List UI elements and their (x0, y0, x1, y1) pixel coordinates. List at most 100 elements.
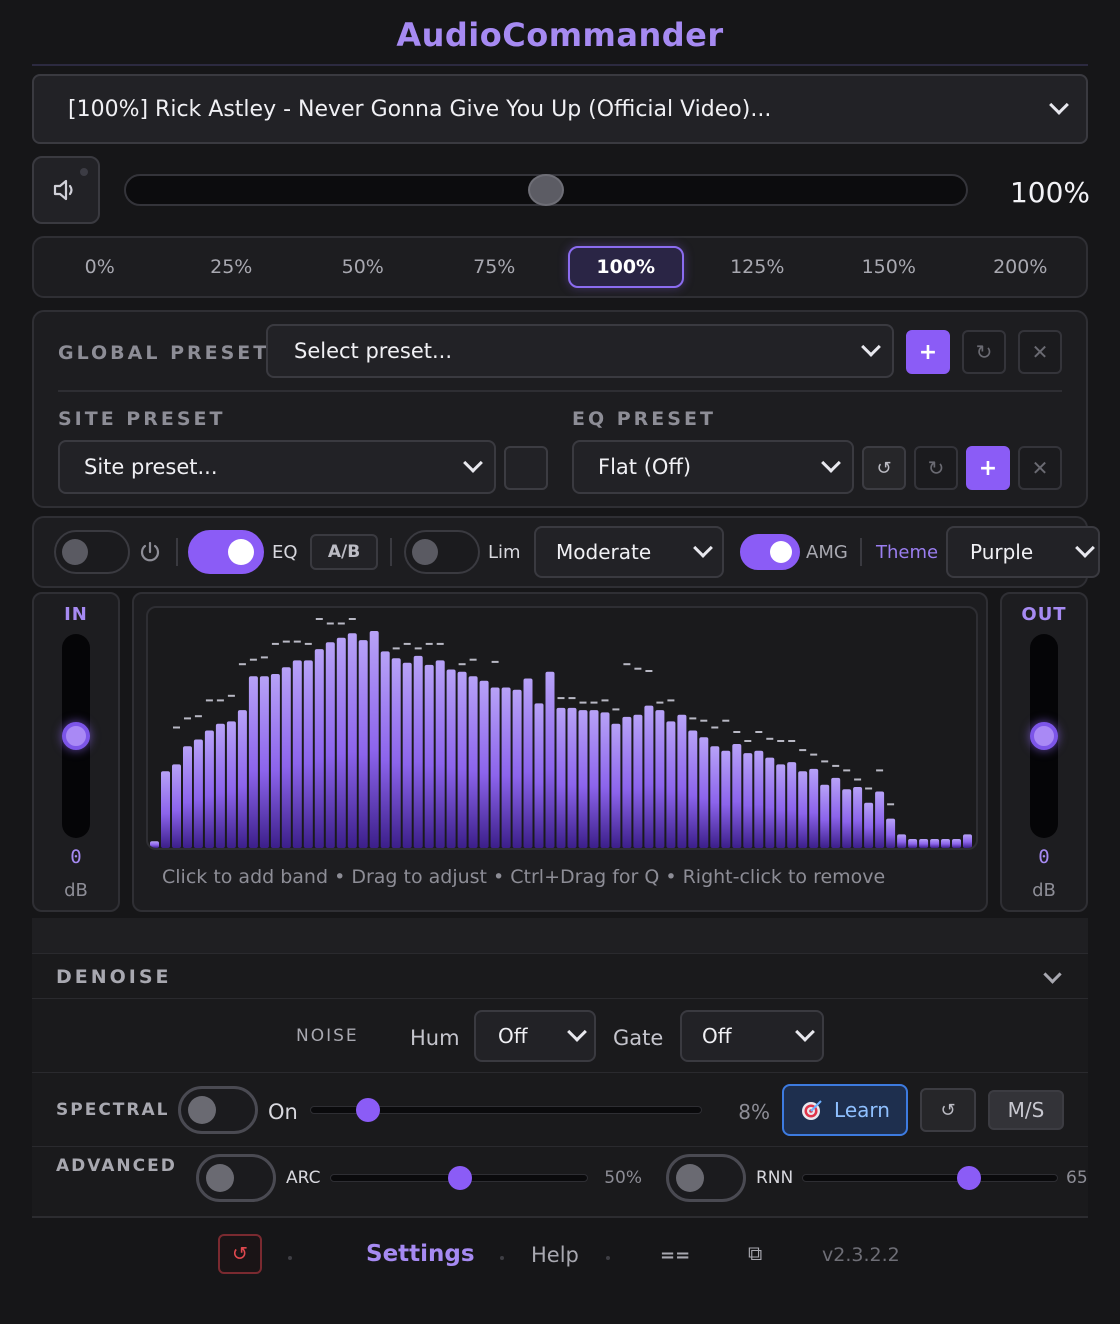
volume-preset-5[interactable]: 125% (692, 239, 824, 295)
mute-button[interactable] (32, 156, 100, 224)
add-global-preset-button[interactable]: + (906, 330, 950, 374)
arc-slider-thumb[interactable] (448, 1166, 472, 1190)
spectrum-bar (743, 753, 753, 848)
hum-select[interactable]: Off (474, 1010, 596, 1062)
volume-preset-2[interactable]: 50% (297, 239, 429, 295)
volume-preset-3[interactable]: 75% (429, 239, 561, 295)
spectrum-peak (623, 663, 631, 666)
menu-icon[interactable]: == (660, 1245, 690, 1266)
volume-slider[interactable] (124, 174, 968, 206)
spectral-label: SPECTRAL (56, 1100, 170, 1120)
spectrum-peak (271, 642, 279, 645)
spectrum-bar (864, 802, 874, 848)
spectrum-peak (887, 803, 895, 806)
limiter-toggle[interactable] (404, 530, 480, 574)
spectrum-bar (215, 723, 225, 848)
help-link[interactable]: Help (531, 1243, 579, 1267)
spectrum-bar (347, 633, 357, 848)
delete-eq-preset-button[interactable]: ✕ (1018, 446, 1062, 490)
spectral-strength-slider[interactable] (310, 1098, 702, 1122)
spectrum-bar (578, 710, 588, 848)
power-toggle[interactable] (54, 530, 130, 574)
volume-preset-7[interactable]: 200% (955, 239, 1087, 295)
spectrum-bar (765, 757, 775, 848)
add-eq-preset-button[interactable]: + (966, 446, 1010, 490)
eq-redo-button[interactable]: ↻ (914, 446, 958, 490)
spectrum-peak (557, 697, 565, 700)
spectrum-bar (622, 716, 632, 848)
spectrum-peak (326, 622, 334, 625)
chevron-down-icon (693, 538, 713, 558)
spectrum-bar (457, 671, 467, 848)
global-preset-value: Select preset... (294, 339, 453, 363)
spectrum-canvas[interactable] (146, 606, 978, 850)
spectrum-peak (601, 699, 609, 702)
spectrum-peak (711, 726, 719, 729)
refresh-global-preset-button[interactable]: ↻ (962, 330, 1006, 374)
chevron-down-icon (795, 1022, 815, 1042)
rnn-toggle[interactable] (666, 1154, 746, 1202)
eq-toggle[interactable] (188, 530, 264, 574)
theme-select[interactable]: Purple (946, 526, 1100, 578)
copy-icon[interactable]: ⧉ (748, 1241, 762, 1265)
footer-separator (288, 1256, 292, 1260)
limiter-label: Lim (488, 542, 521, 563)
spectrum-peak (337, 622, 345, 625)
volume-preset-6[interactable]: 150% (823, 239, 955, 295)
spectral-toggle[interactable] (178, 1086, 258, 1134)
spectrum-graph[interactable] (148, 608, 976, 848)
volume-slider-thumb[interactable] (528, 174, 564, 206)
spectrum-peak (656, 701, 664, 704)
global-preset-select[interactable]: Select preset... (266, 324, 894, 378)
spectrum-bar (710, 746, 720, 848)
spectral-reset-button[interactable]: ↺ (920, 1088, 976, 1132)
spectrum-peak (810, 753, 818, 756)
delete-global-preset-button[interactable]: ✕ (1018, 330, 1062, 374)
spectrum-bar (534, 703, 544, 848)
site-preset-checkbox[interactable] (504, 446, 548, 490)
denoise-row-divider (32, 1072, 1088, 1073)
ab-compare-button[interactable]: A/B (310, 534, 378, 570)
chevron-down-icon (567, 1022, 587, 1042)
spectrum-bar (886, 818, 896, 848)
volume-preset-1[interactable]: 25% (166, 239, 298, 295)
output-gain-thumb[interactable] (1030, 722, 1058, 750)
tab-select[interactable]: [100%] Rick Astley - Never Gonna Give Yo… (32, 74, 1088, 144)
spectrum-bar (633, 714, 643, 848)
volume-preset-4[interactable]: 100% (568, 246, 684, 288)
learn-button[interactable]: Learn (782, 1084, 908, 1136)
spectrum-peak (755, 731, 763, 733)
spectrum-bar (897, 834, 907, 848)
target-icon (802, 1100, 822, 1120)
gate-select[interactable]: Off (680, 1010, 824, 1062)
rnn-slider-thumb[interactable] (957, 1166, 981, 1190)
spectrum-bar (204, 730, 214, 848)
spectrum-bar (413, 655, 423, 848)
spectrum-bar (358, 640, 368, 848)
input-gain-thumb[interactable] (62, 722, 90, 750)
spectrum-bar (501, 687, 511, 848)
volume-preset-0[interactable]: 0% (34, 239, 166, 295)
arc-slider[interactable] (330, 1166, 588, 1190)
spectrum-bar (677, 714, 687, 848)
arc-toggle[interactable] (196, 1154, 276, 1202)
spectrum-bar (259, 676, 269, 848)
reset-all-button[interactable]: ↺ (218, 1234, 262, 1274)
chevron-down-icon (861, 337, 881, 357)
amg-toggle[interactable] (740, 534, 800, 570)
input-gain-slider[interactable] (62, 634, 90, 838)
limiter-mode-select[interactable]: Moderate (534, 526, 724, 578)
settings-link[interactable]: Settings (366, 1241, 475, 1267)
controls-divider (390, 538, 392, 566)
rnn-slider[interactable] (802, 1166, 1058, 1190)
site-preset-select[interactable]: Site preset... (58, 440, 496, 494)
mid-side-button[interactable]: M/S (988, 1090, 1064, 1130)
eq-undo-button[interactable]: ↺ (862, 446, 906, 490)
spectrum-peak (249, 658, 257, 661)
denoise-header[interactable]: DENOISE (56, 966, 172, 988)
eq-preset-select[interactable]: Flat (Off) (572, 440, 854, 494)
output-gain-slider[interactable] (1030, 634, 1058, 838)
spectrum-peak (425, 642, 433, 645)
spectrum-bar (589, 710, 599, 848)
spectrum-bar (150, 841, 159, 848)
